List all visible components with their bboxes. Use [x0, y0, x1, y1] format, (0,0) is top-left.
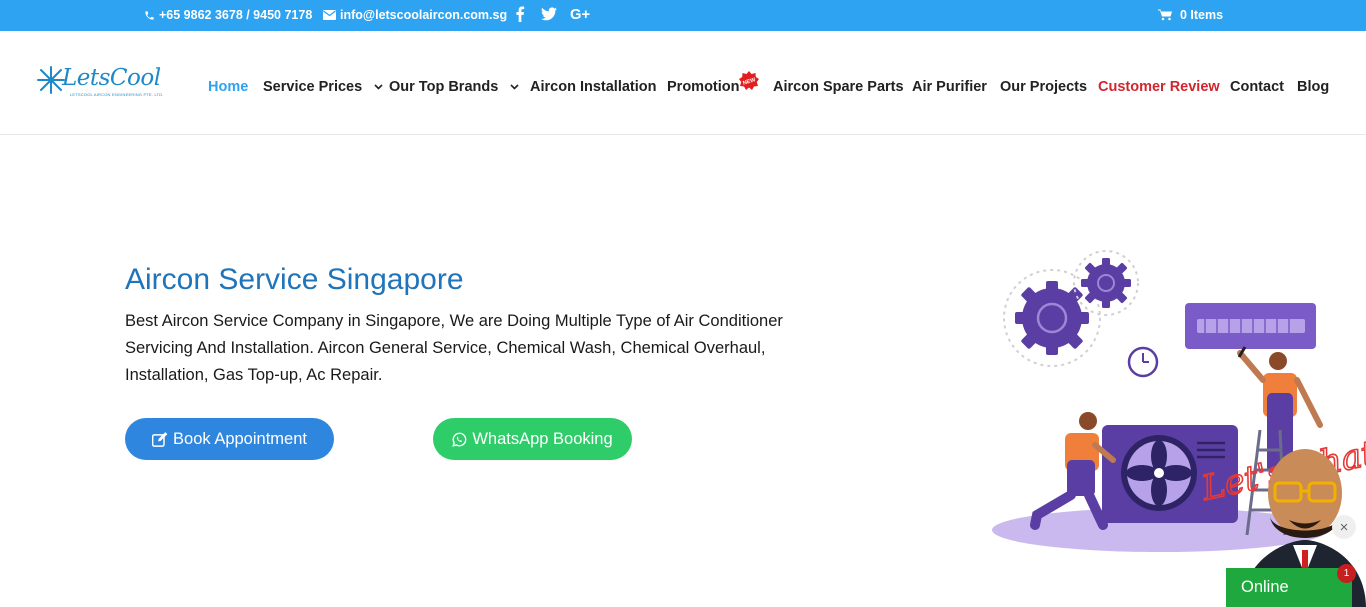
nav-contact-label: Contact [1230, 79, 1284, 95]
cart-icon [1158, 9, 1172, 21]
nav-our-projects[interactable]: Our Projects [1000, 79, 1087, 99]
nav-customer-review[interactable]: Customer Review [1098, 79, 1220, 99]
nav-promotion[interactable]: Promotion NEW [667, 71, 759, 99]
phone-contact[interactable]: +65 9862 3678 / 9450 7178 [144, 8, 312, 22]
nav-customer-review-label: Customer Review [1098, 79, 1220, 95]
facebook-icon [516, 6, 525, 22]
nav-blog-label: Blog [1297, 79, 1330, 95]
hero-title: Aircon Service Singapore [125, 263, 464, 296]
email-icon [323, 10, 336, 20]
svg-text:G+: G+ [570, 7, 590, 22]
nav-top-brands[interactable]: Our Top Brands [389, 79, 519, 99]
new-badge-icon: NEW [739, 71, 759, 90]
nav-spare-parts-label: Aircon Spare Parts [773, 79, 904, 95]
nav-top-brands-label: Our Top Brands [389, 79, 499, 95]
aircon-service-illustration: Let's Chat [992, 250, 1366, 607]
edit-icon [152, 431, 168, 447]
online-chat-bar[interactable]: Online [1226, 568, 1352, 607]
nav-service-prices[interactable]: Service Prices [263, 79, 383, 99]
nav-home[interactable]: Home [208, 79, 248, 99]
nav-aircon-installation[interactable]: Aircon Installation [530, 79, 657, 99]
google-plus-link[interactable]: G+ [570, 6, 596, 22]
nav-spare-parts[interactable]: Aircon Spare Parts [773, 79, 904, 99]
cart-text: 0 Items [1180, 8, 1224, 22]
top-bar: +65 9862 3678 / 9450 7178 info@letscoola… [0, 0, 1366, 31]
twitter-icon [541, 7, 557, 21]
nav-contact[interactable]: Contact [1230, 79, 1284, 99]
nav-promotion-label: Promotion [667, 79, 740, 95]
notification-count: 1 [1343, 568, 1350, 579]
nav-home-label: Home [208, 79, 249, 95]
nav-air-purifier[interactable]: Air Purifier [912, 79, 987, 99]
notification-badge: 1 [1337, 564, 1356, 583]
logo-subtitle: LETSCOOL AIRCON ENGINEERING PTE. LTD. [70, 92, 164, 97]
nav-projects-label: Our Projects [1000, 79, 1088, 95]
chevron-down-icon [510, 84, 519, 90]
header: LetsCool LETSCOOL AIRCON ENGINEERING PTE… [0, 31, 1366, 135]
book-appointment-button[interactable]: Book Appointment [125, 418, 334, 460]
google-plus-icon: G+ [570, 7, 590, 22]
chat-close-button[interactable]: × [1332, 515, 1356, 539]
twitter-link[interactable] [541, 7, 557, 21]
online-status-label: Online [1241, 578, 1289, 596]
close-icon: × [1339, 518, 1349, 536]
gear-icon [1073, 250, 1139, 316]
whatsapp-icon [452, 432, 467, 447]
phone-icon [145, 10, 154, 20]
email-contact[interactable]: info@letscoolaircon.com.sg [323, 8, 507, 22]
phone-text: +65 9862 3678 / 9450 7178 [159, 8, 313, 22]
clock-icon [1127, 346, 1159, 378]
site-logo[interactable]: LetsCool LETSCOOL AIRCON ENGINEERING PTE… [36, 65, 164, 101]
chevron-down-icon [374, 84, 383, 90]
nav-blog[interactable]: Blog [1297, 79, 1329, 99]
nav-installation-label: Aircon Installation [530, 79, 657, 95]
facebook-link[interactable] [515, 6, 525, 22]
technician-figure [1030, 412, 1116, 530]
whatsapp-booking-label: WhatsApp Booking [472, 429, 613, 448]
whatsapp-booking-button[interactable]: WhatsApp Booking [433, 418, 632, 460]
hero-description: Best Aircon Service Company in Singapore… [125, 312, 783, 384]
book-appointment-label: Book Appointment [173, 429, 307, 448]
email-text: info@letscoolaircon.com.sg [340, 8, 508, 22]
logo-name: LetsCool [62, 65, 161, 91]
nav-air-purifier-label: Air Purifier [912, 79, 987, 95]
cart-link[interactable]: 0 Items [1158, 8, 1223, 22]
nav-service-prices-label: Service Prices [263, 79, 363, 95]
